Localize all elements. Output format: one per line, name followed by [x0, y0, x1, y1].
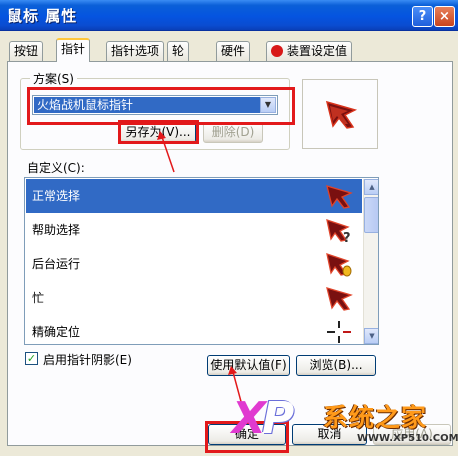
annotation-arrows	[157, 131, 247, 421]
watermark-site-name: 系统之家	[323, 403, 428, 432]
tab-pointers[interactable]: 指针	[56, 38, 91, 62]
watermark-url: WWW.XP510.COM	[357, 433, 458, 444]
xp-logo: XP	[232, 393, 294, 444]
